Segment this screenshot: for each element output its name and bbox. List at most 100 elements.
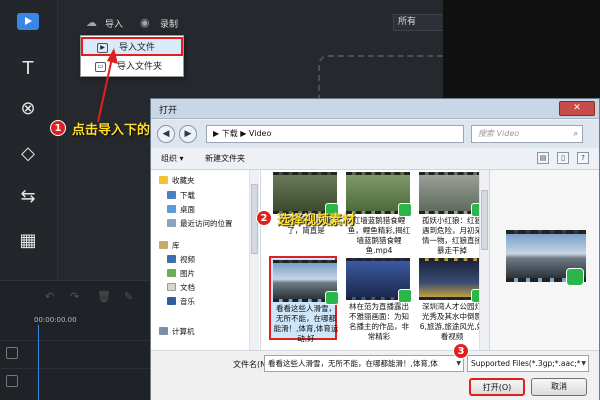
filename-input[interactable]: 看看这些人滑雪，无所不能，在哪都能滑！,体育,体 ▼ (264, 355, 464, 372)
open-button[interactable]: 打开(O) (469, 378, 525, 396)
overlay-tool-icon[interactable]: ◇ (16, 143, 40, 165)
computer-icon (159, 327, 168, 335)
library-icon (159, 241, 168, 249)
search-input[interactable]: 搜索 Video ⌕ (471, 125, 583, 143)
dialog-footer: 文件名(N): 看看这些人滑雪，无所不能，在哪都能滑！,体育,体 ▼ Suppo… (151, 350, 599, 400)
nav-item-label: 视频 (180, 255, 195, 264)
audio-track-icon (6, 375, 18, 387)
preview-thumbnail (506, 230, 586, 286)
music-icon (167, 297, 176, 305)
nav-item-label: 计算机 (172, 327, 195, 336)
annotation-text-2: 选择视频素材 (277, 213, 356, 228)
file-name: 红墙蓝鹅猎食鲤鱼，鲤鱼精彩,揭红墙蓝鹅猎食鲤鱼.mp4 (347, 216, 411, 255)
filter-tool-icon[interactable]: ⊗ (16, 98, 40, 120)
nav-item-label: 音乐 (180, 297, 195, 306)
star-icon (159, 176, 168, 184)
nav-item-favorites[interactable]: 收藏夹 (151, 174, 259, 187)
file-preview-pane (489, 170, 599, 350)
nav-item-label: 最近访问的位置 (180, 219, 233, 228)
video-file-icon (398, 203, 412, 217)
app-logo-icon (17, 13, 39, 30)
nav-item-recent[interactable]: 最近访问的位置 (151, 217, 259, 230)
file-scrollbar[interactable] (479, 170, 489, 350)
help-icon[interactable]: ? (577, 152, 589, 164)
pictures-icon (167, 269, 176, 277)
navigation-pane: 收藏夹 下载 桌面 最近访问的位置 库 视频 图片 文档 音乐 计算机 (151, 170, 261, 350)
open-file-dialog: 打开 ✕ ◀ ▶ ▶ 下载 ▶ Video ⟳ 搜索 Video ⌕ 组织 ▾ … (150, 98, 600, 400)
video-track-icon (6, 347, 18, 359)
view-options-icon[interactable]: ▤ (537, 152, 549, 164)
nav-item-label: 图片 (180, 269, 195, 278)
documents-icon (167, 283, 176, 291)
annotation-number-1: 1 (50, 120, 66, 136)
nav-item-downloads[interactable]: 下载 (151, 189, 259, 202)
file-item[interactable]: 深圳湾人才公园灯光秀及其水中倒影6,旅游,旅途风光,好看视频 (417, 256, 485, 341)
desktop-icon (167, 205, 176, 213)
dialog-title-bar[interactable]: 打开 ✕ (151, 99, 599, 119)
forward-button[interactable]: ▶ (179, 125, 197, 143)
organize-button[interactable]: 组织 ▾ (161, 153, 184, 164)
back-button[interactable]: ◀ (157, 125, 175, 143)
annotation-number-2: 2 (256, 210, 272, 226)
record-button[interactable]: 录制 (160, 17, 178, 30)
nav-item-label: 桌面 (180, 205, 195, 214)
edit-icon[interactable]: ✎ (124, 290, 133, 303)
text-tool-icon[interactable]: T (16, 58, 40, 80)
import-button[interactable]: 导入 (105, 17, 123, 30)
preview-pane-icon[interactable]: ▯ (557, 152, 569, 164)
delete-icon[interactable]: 🗑 (97, 290, 111, 303)
record-icon[interactable]: ◉ (140, 16, 150, 29)
video-thumbnail (419, 258, 485, 303)
video-file-icon (325, 291, 339, 305)
nav-item-documents[interactable]: 文档 (151, 281, 259, 294)
file-name: 看看这些人滑雪，无所不能，在哪都能滑！,体育,体育运动,好 (273, 304, 339, 343)
media-filter-value: 所有 (398, 17, 417, 27)
nav-item-pictures[interactable]: 图片 (151, 267, 259, 280)
chevron-down-icon[interactable]: ▼ (581, 356, 586, 371)
timeline-timecode: 00:00:00.00 (34, 316, 77, 324)
video-file-icon (398, 289, 412, 303)
video-library-icon (167, 255, 176, 263)
nav-item-videos[interactable]: 视频 (151, 253, 259, 266)
file-type-value: Supported Files(*.3gp;*.aac;* (471, 359, 581, 368)
file-item[interactable]: 孤妖小红狼：红狼遇到危险，月初采情一物，红狼直接暴走干掉 (417, 170, 485, 255)
import-icon[interactable]: ☁ (86, 16, 97, 29)
nav-item-desktop[interactable]: 桌面 (151, 203, 259, 216)
video-thumbnail (346, 258, 412, 303)
nav-item-music[interactable]: 音乐 (151, 295, 259, 308)
recent-places-icon (167, 219, 176, 227)
new-folder-button[interactable]: 新建文件夹 (205, 153, 245, 164)
search-placeholder: 搜索 Video (478, 129, 520, 138)
video-thumbnail (346, 172, 412, 217)
nav-item-label: 收藏夹 (172, 176, 195, 185)
dialog-close-button[interactable]: ✕ (559, 101, 595, 116)
search-icon: ⌕ (573, 129, 578, 138)
file-scrollbar-thumb[interactable] (481, 190, 488, 250)
file-item[interactable]: 林在范为直播露出不雅丽画面：为知名播主的作品，非常精彩 (344, 256, 412, 341)
annotation-number-3: 3 (453, 343, 469, 359)
film-tool-icon[interactable]: ▦ (16, 230, 40, 252)
video-thumbnail (273, 260, 339, 305)
video-thumbnail (273, 172, 339, 217)
file-name: 深圳湾人才公园灯光秀及其水中倒影6,旅游,旅途风光,好看视频 (419, 302, 485, 341)
file-name: 孤妖小红狼：红狼遇到危险，月初采情一物，红狼直接暴走干掉 (422, 216, 482, 255)
nav-item-libraries[interactable]: 库 (151, 239, 259, 252)
undo-icon[interactable]: ↶ (45, 290, 54, 303)
address-path: ▶ 下载 ▶ Video (213, 129, 272, 138)
address-bar[interactable]: ▶ 下载 ▶ Video ⟳ (206, 125, 515, 143)
download-folder-icon (167, 191, 176, 199)
redo-icon[interactable]: ↷ (70, 290, 79, 303)
file-item-selected[interactable]: 看看这些人滑雪，无所不能，在哪都能滑！,体育,体育运动,好 (269, 256, 339, 343)
transition-tool-icon[interactable]: ⇆ (16, 186, 40, 208)
nav-item-label: 下载 (180, 191, 195, 200)
file-type-select[interactable]: Supported Files(*.3gp;*.aac;* ▼ (467, 355, 589, 372)
file-name: 林在范为直播露出不雅丽画面：为知名播主的作品，非常精彩 (349, 302, 409, 341)
nav-scrollbar[interactable] (249, 170, 259, 350)
nav-item-computer[interactable]: 计算机 (151, 325, 259, 338)
nav-item-label: 库 (172, 241, 180, 250)
address-row: ◀ ▶ ▶ 下载 ▶ Video ⟳ 搜索 Video ⌕ (151, 120, 599, 148)
filename-value: 看看这些人滑雪，无所不能，在哪都能滑！,体育,体 (268, 359, 438, 368)
dialog-title: 打开 (159, 106, 178, 116)
cancel-button[interactable]: 取消 (531, 378, 587, 396)
timeline-playhead[interactable] (38, 325, 39, 400)
